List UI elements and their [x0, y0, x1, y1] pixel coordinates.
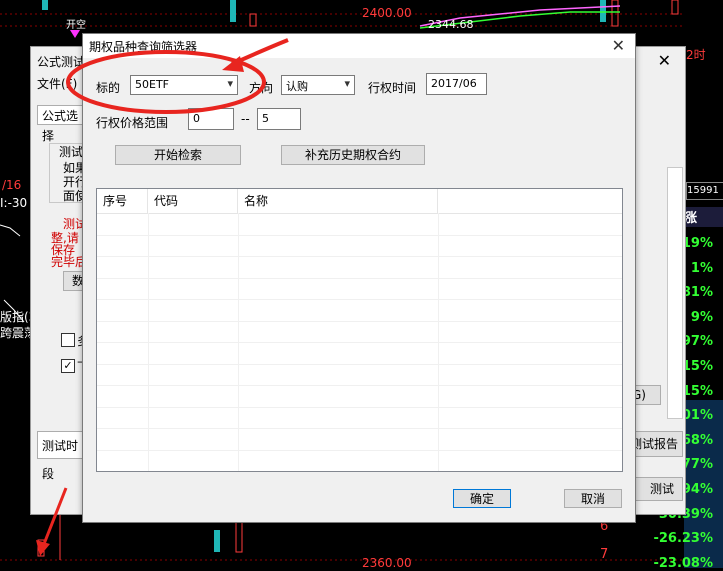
menu-file[interactable]: 文件(F)	[37, 75, 77, 92]
table-row	[97, 299, 622, 300]
strike-min-field[interactable]: 0	[188, 108, 234, 130]
option-filter-dialog: 期权品种查询筛选器 ✕ 标的 50ETF ▾ 方向 认购 ▾ 行权时间 2017…	[82, 33, 636, 523]
change-percent-value: 01%	[681, 408, 713, 424]
tab-formula-select[interactable]: 公式选择	[37, 105, 85, 143]
group-label: 测试	[59, 145, 84, 159]
test-time-field[interactable]: 测试时段	[37, 431, 87, 481]
open-marker-icon	[70, 30, 80, 38]
change-percent-value: -26.23%	[653, 531, 713, 547]
right-header: 涨幅%	[684, 207, 723, 227]
column-header-code[interactable]: 代码	[148, 189, 238, 213]
open-marker: 开空	[66, 20, 86, 31]
strike-max-field[interactable]: 5	[257, 108, 301, 130]
change-percent-value: 19%	[681, 236, 713, 251]
change-percent-value: 97%	[681, 334, 713, 350]
column-divider	[148, 213, 149, 471]
price-label-top: 2400.00	[362, 6, 412, 20]
chevron-down-icon: ▾	[344, 77, 350, 90]
table-row	[97, 342, 622, 343]
change-percent-value: 9%	[690, 309, 713, 325]
table-header: 序号 代码 名称	[97, 189, 622, 214]
close-icon[interactable]: ✕	[658, 51, 671, 70]
ok-button[interactable]: 确定	[453, 489, 511, 508]
direction-value: 认购	[286, 80, 308, 93]
change-percent-value: 15%	[681, 383, 713, 399]
table-row	[97, 320, 622, 322]
price-label-2: 2344.68	[428, 18, 474, 31]
table-row	[97, 406, 622, 408]
strike-range-label: 行权价格范围	[96, 116, 169, 130]
table-row	[97, 449, 622, 451]
change-percent-value: 81%	[681, 285, 713, 301]
checkbox-2[interactable]: ✓	[61, 359, 75, 373]
exercise-time-label: 行权时间	[368, 81, 417, 95]
column-header-index[interactable]: 序号	[97, 189, 148, 213]
results-table[interactable]: 序号 代码 名称	[96, 188, 623, 472]
range-separator: --	[241, 112, 250, 126]
right-red-digit-2: 7	[600, 547, 609, 562]
table-row	[97, 428, 622, 429]
table-row	[97, 256, 622, 257]
table-row	[97, 385, 622, 386]
exercise-time-field[interactable]: 2017/06	[426, 73, 487, 95]
table-row	[97, 277, 622, 279]
column-divider	[438, 213, 439, 471]
right-top-label: 2时	[686, 48, 706, 62]
change-percent-value: 77%	[681, 457, 713, 473]
direction-label: 方向	[249, 81, 274, 95]
left-label-1: I:-30	[0, 196, 28, 210]
table-row	[97, 471, 622, 472]
column-header-name[interactable]: 名称	[238, 189, 438, 213]
close-icon[interactable]: ✕	[612, 36, 625, 55]
change-percent-value: 68%	[681, 432, 713, 448]
dialog-title: 期权品种查询筛选器	[89, 40, 198, 54]
change-percent-value: 15%	[681, 359, 713, 374]
search-button[interactable]: 开始检索	[115, 145, 241, 165]
checkbox-1[interactable]	[61, 333, 75, 347]
column-divider	[238, 213, 239, 471]
change-percent-value: -23.08%	[653, 555, 713, 571]
date-label: /16	[2, 178, 22, 192]
underlying-label: 标的	[96, 81, 121, 95]
change-percent-value: 94%	[681, 482, 713, 497]
underlying-value: 50ETF	[135, 78, 169, 91]
formula-window-title: 公式测试	[37, 55, 86, 69]
table-row	[97, 363, 622, 365]
column-header-extra[interactable]	[438, 189, 622, 213]
cancel-button[interactable]: 取消	[564, 489, 622, 508]
table-row	[97, 234, 622, 236]
code-label: 15991	[686, 182, 723, 200]
direction-select[interactable]: 认购 ▾	[281, 75, 355, 95]
chevron-down-icon: ▾	[227, 77, 233, 90]
underlying-select[interactable]: 50ETF ▾	[130, 75, 238, 95]
right-pane	[667, 167, 683, 419]
change-percent-value: 1%	[690, 260, 713, 276]
add-history-contracts-button[interactable]: 补充历史期权合约	[281, 145, 425, 165]
